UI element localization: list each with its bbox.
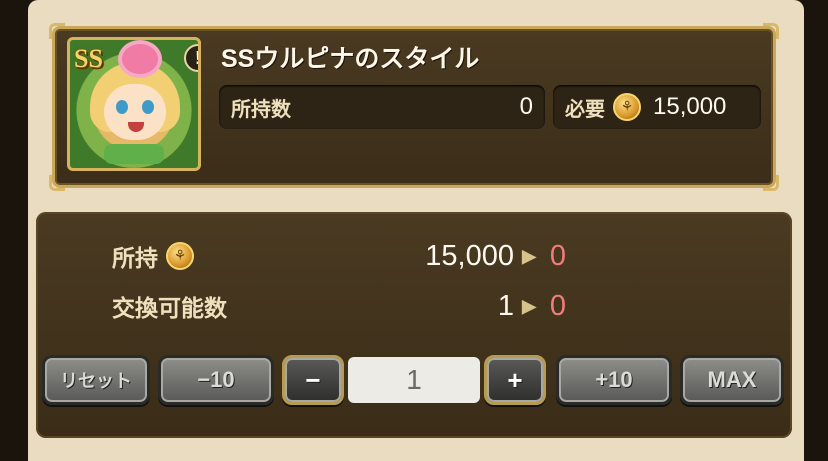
frame-corner: [763, 23, 779, 39]
rarity-badge: SS: [74, 44, 103, 73]
exchangeable-current: 1: [497, 289, 514, 322]
owned-count-pill: 所持数 0: [219, 85, 545, 129]
coin-icon: ⚘: [166, 242, 194, 270]
minus-button[interactable]: −: [282, 355, 344, 405]
minus-10-button[interactable]: −10: [158, 355, 274, 405]
exchangeable-after: 0: [549, 289, 567, 322]
item-name: SSウルピナのスタイル: [221, 45, 480, 73]
cost-label: 必要: [565, 98, 605, 121]
plus-10-button[interactable]: +10: [556, 355, 672, 405]
info-icon[interactable]: !: [184, 44, 198, 72]
plus-button[interactable]: +: [484, 355, 546, 405]
balance-row: 所持 ⚘ 15,000 ▶ 0: [112, 236, 572, 276]
coin-icon: ⚘: [613, 93, 641, 121]
cost-value: 15,000: [653, 93, 727, 120]
required-cost-pill: 必要 ⚘ 15,000: [553, 85, 761, 129]
exchange-panel: 所持 ⚘ 15,000 ▶ 0 交換可能数 1 ▶ 0 リセット −10 − 1…: [36, 212, 792, 438]
flower-accessory: [122, 44, 158, 74]
frame-corner: [49, 23, 65, 39]
arrow-right-icon: ▶: [522, 295, 536, 316]
arrow-right-icon: ▶: [522, 245, 536, 266]
exchangeable-label: 交換可能数: [112, 295, 227, 321]
balance-label: 所持: [112, 245, 158, 271]
exchangeable-row: 交換可能数 1 ▶ 0: [112, 286, 572, 326]
max-button[interactable]: MAX: [680, 355, 784, 405]
frame-corner: [49, 175, 65, 191]
reset-button[interactable]: リセット: [42, 355, 150, 405]
frame-corner: [763, 175, 779, 191]
item-card: SS ! SSウルピナのスタイル 所持数 0 必要 ⚘ 15,000: [49, 23, 779, 191]
balance-after: 0: [549, 239, 567, 272]
owned-label: 所持数: [231, 98, 291, 121]
character-portrait[interactable]: SS !: [67, 37, 201, 171]
quantity-display[interactable]: 1: [348, 357, 480, 403]
balance-current: 15,000: [425, 239, 514, 272]
owned-value: 0: [519, 93, 533, 120]
